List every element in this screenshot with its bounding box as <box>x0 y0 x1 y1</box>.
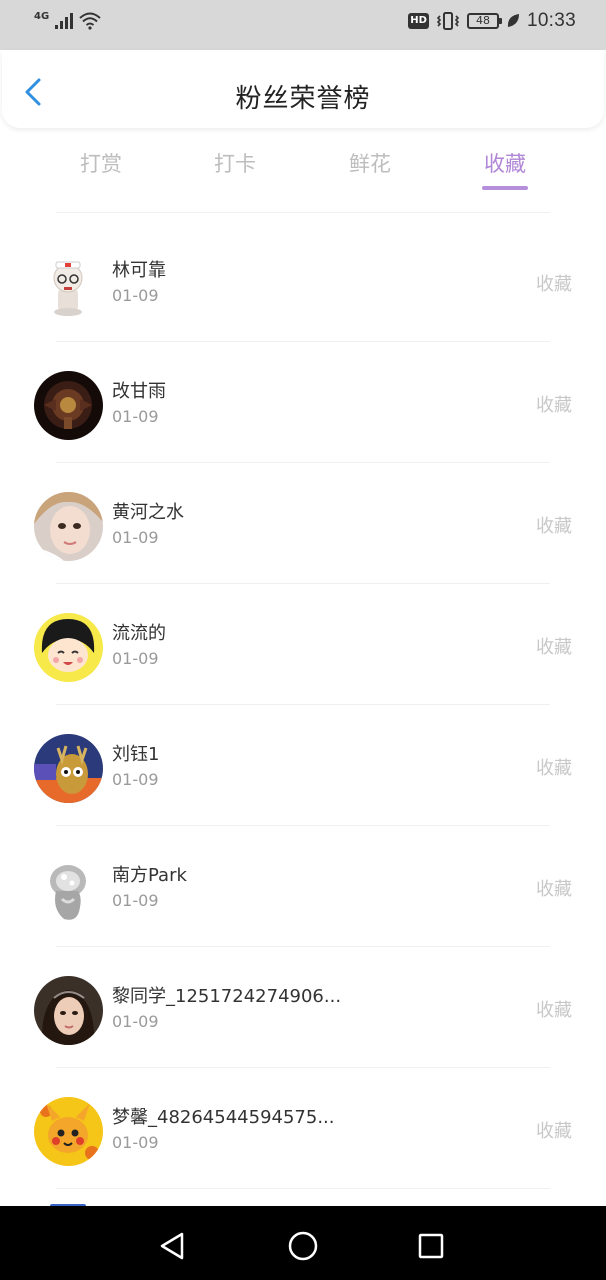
list-item[interactable]: 林可靠 01-09 收藏 <box>0 220 606 341</box>
wifi-icon <box>79 12 101 30</box>
fan-date: 01-09 <box>112 1133 159 1152</box>
list-item[interactable]: 流流的 01-09 收藏 <box>0 583 606 704</box>
list-item[interactable]: 梦馨_48264544594575... 01-09 收藏 <box>0 1067 606 1188</box>
tab-checkin[interactable]: 打卡 <box>190 148 280 178</box>
fan-date: 01-09 <box>112 1012 159 1031</box>
list-item[interactable]: 黎同学_1251724274906... 01-09 收藏 <box>0 946 606 1067</box>
fan-date: 01-09 <box>112 770 159 789</box>
page-title: 粉丝荣誉榜 <box>235 84 371 114</box>
list-item[interactable]: 黄河之水 01-09 收藏 <box>0 462 606 583</box>
avatar <box>34 371 103 440</box>
hd-badge: HD <box>408 13 429 29</box>
battery-level: 48 <box>475 14 490 27</box>
avatar <box>34 613 103 682</box>
square-recents-icon <box>418 1233 444 1259</box>
fan-date: 01-09 <box>112 407 159 426</box>
fan-name: 黎同学_1251724274906... <box>112 986 342 1007</box>
signal-icon <box>55 13 74 29</box>
action-label: 收藏 <box>536 395 572 416</box>
fan-name: 南方Park <box>112 865 187 886</box>
action-label: 收藏 <box>536 1121 572 1142</box>
action-label: 收藏 <box>536 879 572 900</box>
divider <box>56 212 550 213</box>
fan-name: 刘钰1 <box>112 744 160 765</box>
avatar <box>34 250 103 319</box>
fan-date: 01-09 <box>112 649 159 668</box>
vibrate-icon <box>436 12 460 30</box>
header: 粉丝荣誉榜 <box>2 50 604 128</box>
action-label: 收藏 <box>536 516 572 537</box>
leaf-icon <box>507 14 519 27</box>
list-item[interactable]: 南方Park 01-09 收藏 <box>0 825 606 946</box>
action-label: 收藏 <box>536 1000 572 1021</box>
fan-date: 01-09 <box>112 891 159 910</box>
nav-recents-button[interactable] <box>411 1226 451 1266</box>
tab-favorites[interactable]: 收藏 <box>460 148 550 178</box>
list-item[interactable]: 刘钰1 01-09 收藏 <box>0 704 606 825</box>
fan-name: 改甘雨 <box>112 381 166 402</box>
active-tab-indicator <box>482 186 528 190</box>
nav-home-button[interactable] <box>283 1226 323 1266</box>
fan-name: 黄河之水 <box>112 502 184 523</box>
battery-icon: 48 <box>466 13 502 29</box>
network-type-label: 4G <box>34 11 50 22</box>
avatar <box>34 855 103 924</box>
clock: 10:33 <box>526 10 576 31</box>
nav-back-button[interactable] <box>154 1226 194 1266</box>
triangle-back-icon <box>160 1232 184 1260</box>
divider <box>56 1188 550 1189</box>
list-item[interactable]: 改甘雨 01-09 收藏 <box>0 341 606 462</box>
avatar <box>34 1097 103 1166</box>
avatar <box>34 734 103 803</box>
avatar <box>34 492 103 561</box>
fan-name: 流流的 <box>112 623 166 644</box>
tab-bar: 打赏 打卡 鲜花 收藏 <box>0 140 606 198</box>
system-nav-bar <box>0 1206 606 1280</box>
action-label: 收藏 <box>536 758 572 779</box>
fan-date: 01-09 <box>112 528 159 547</box>
tab-flowers[interactable]: 鲜花 <box>325 148 415 178</box>
circle-home-icon <box>288 1231 318 1261</box>
fan-name: 梦馨_48264544594575... <box>112 1107 335 1128</box>
action-label: 收藏 <box>536 274 572 295</box>
status-bar: 4G HD 48 10:33 <box>0 0 606 50</box>
fan-name: 林可靠 <box>112 260 166 281</box>
avatar <box>34 976 103 1045</box>
fan-date: 01-09 <box>112 286 159 305</box>
tab-tips[interactable]: 打赏 <box>56 148 146 178</box>
action-label: 收藏 <box>536 637 572 658</box>
